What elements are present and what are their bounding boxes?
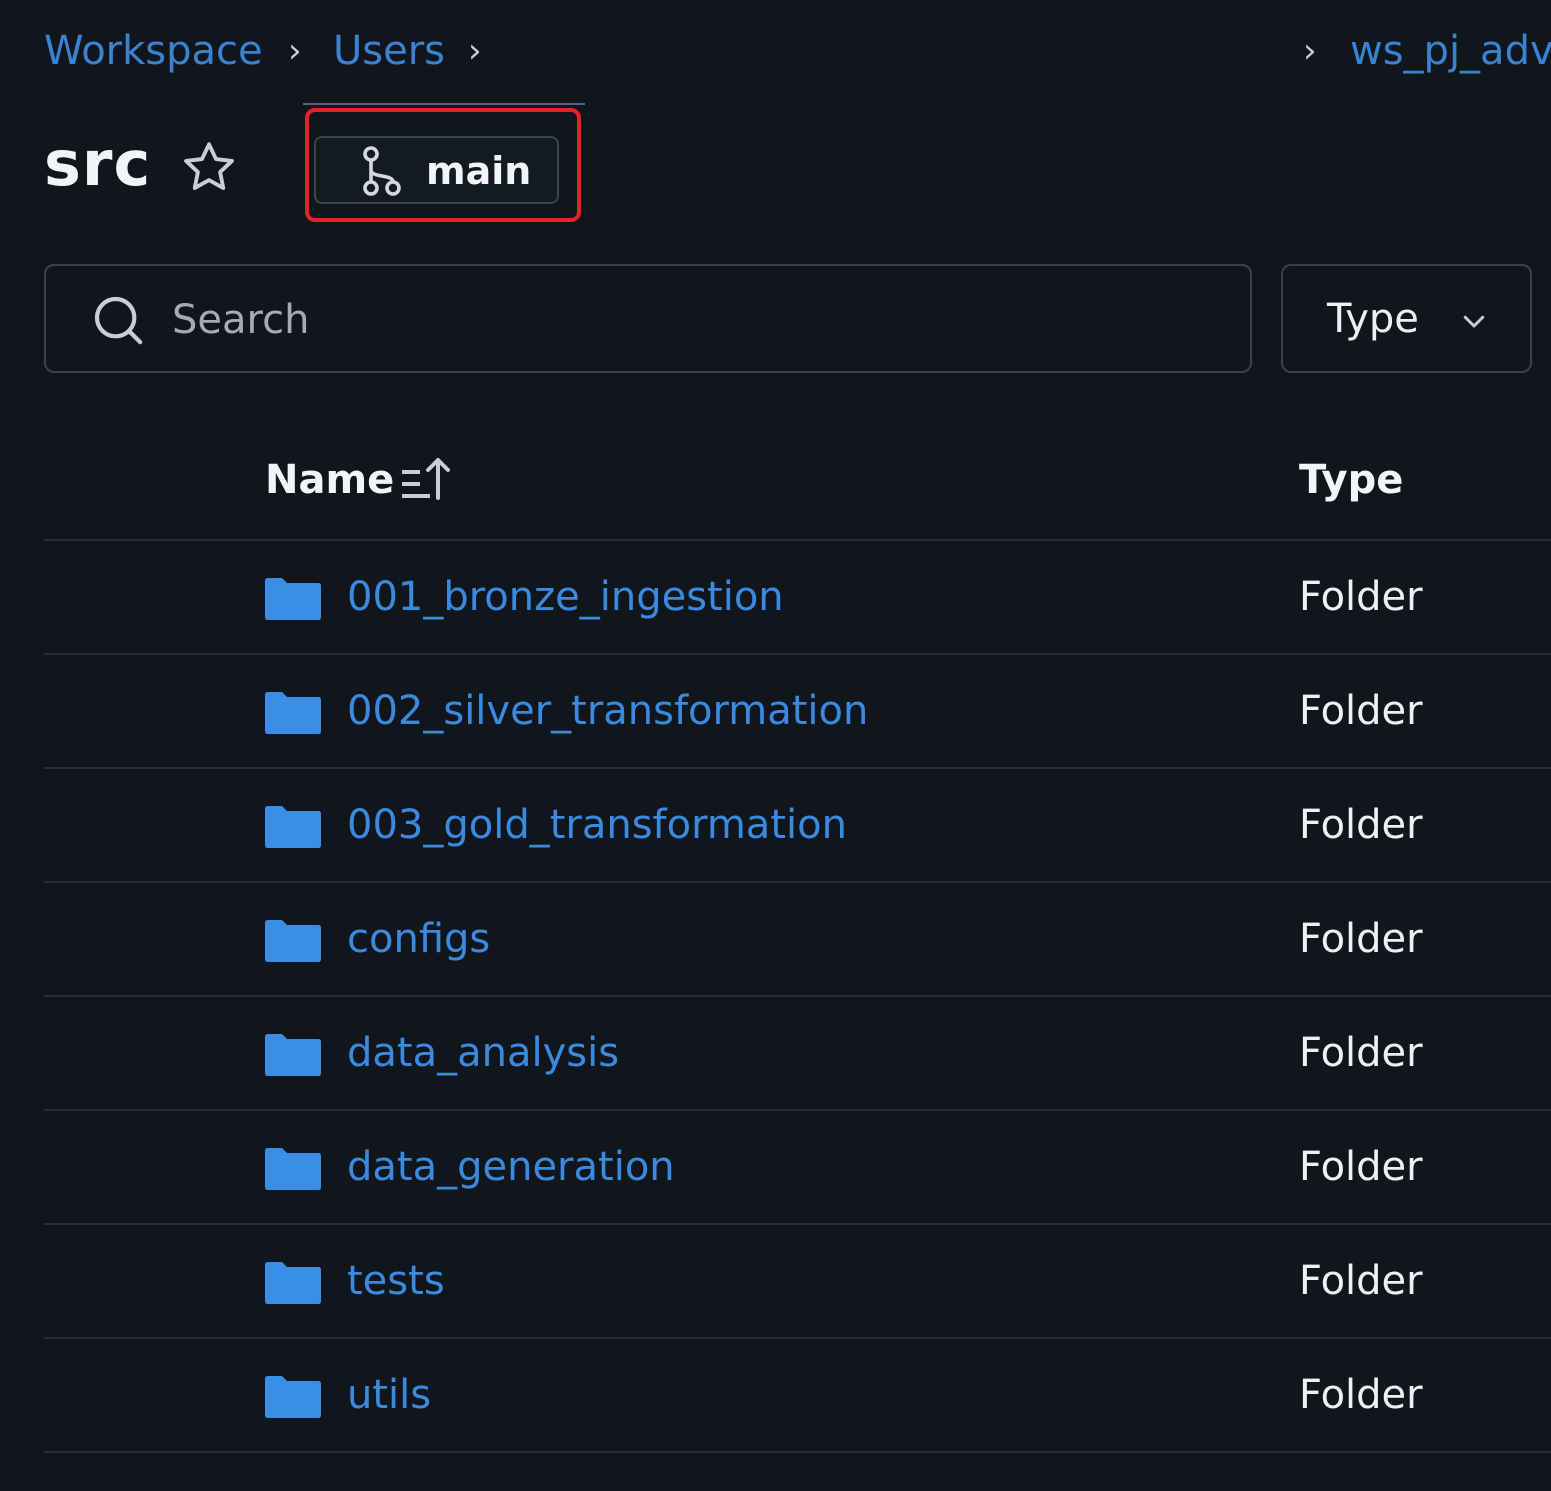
table-row[interactable]: utils Folder [44, 1339, 1551, 1451]
search-icon [94, 296, 143, 345]
star-icon[interactable] [180, 138, 238, 196]
sort-ascending-icon[interactable] [400, 454, 454, 504]
folder-name-link[interactable]: data_generation [347, 1137, 675, 1197]
workspace-browser: Workspace › Users › › ws_pj_adv src main… [0, 0, 1551, 1491]
folder-name-link[interactable]: configs [347, 909, 490, 969]
search-input[interactable] [170, 286, 1214, 354]
breadcrumb-users[interactable]: Users [333, 24, 445, 78]
folder-name-link[interactable]: 003_gold_transformation [347, 795, 847, 855]
table-row[interactable]: configs Folder [44, 883, 1551, 995]
chevron-right-icon: › [1303, 31, 1317, 71]
item-type: Folder [1299, 1144, 1423, 1190]
type-filter-dropdown[interactable]: Type [1281, 264, 1532, 373]
folder-icon [265, 1034, 321, 1076]
type-filter-label: Type [1327, 296, 1419, 342]
table-row[interactable]: 001_bronze_ingestion Folder [44, 541, 1551, 653]
column-header-name[interactable]: Name [265, 450, 394, 510]
table-row[interactable]: data_generation Folder [44, 1111, 1551, 1223]
chevron-right-icon: › [468, 31, 482, 71]
chevron-right-icon: › [288, 31, 302, 71]
table-row[interactable]: 002_silver_transformation Folder [44, 655, 1551, 767]
page-title: src [44, 127, 152, 200]
folder-icon [265, 806, 321, 848]
highlight-underline [303, 103, 585, 105]
folder-icon [265, 1376, 321, 1418]
column-header-type[interactable]: Type [1299, 450, 1403, 510]
item-type: Folder [1299, 574, 1423, 620]
folder-name-link[interactable]: utils [347, 1365, 431, 1425]
folder-name-link[interactable]: 001_bronze_ingestion [347, 567, 784, 627]
table-row[interactable]: data_analysis Folder [44, 997, 1551, 1109]
breadcrumb-project[interactable]: ws_pj_adv [1350, 24, 1551, 78]
item-type: Folder [1299, 916, 1423, 962]
item-type: Folder [1299, 1372, 1423, 1418]
item-type: Folder [1299, 1030, 1423, 1076]
folder-icon [265, 1262, 321, 1304]
folder-name-link[interactable]: tests [347, 1251, 445, 1311]
git-branch-icon [363, 146, 401, 196]
table-row[interactable]: 003_gold_transformation Folder [44, 769, 1551, 881]
folder-icon [265, 920, 321, 962]
search-box [44, 264, 1252, 373]
item-type: Folder [1299, 802, 1423, 848]
folder-icon [265, 692, 321, 734]
branch-selector-button[interactable]: main [314, 136, 559, 204]
table-divider [44, 1451, 1551, 1453]
table-row[interactable]: tests Folder [44, 1225, 1551, 1337]
item-type: Folder [1299, 1258, 1423, 1304]
folder-icon [265, 1148, 321, 1190]
folder-name-link[interactable]: 002_silver_transformation [347, 681, 868, 741]
branch-name: main [426, 149, 532, 193]
folder-name-link[interactable]: data_analysis [347, 1023, 619, 1083]
chevron-down-icon [1463, 315, 1485, 328]
breadcrumb-workspace[interactable]: Workspace [44, 24, 263, 78]
item-type: Folder [1299, 688, 1423, 734]
folder-icon [265, 578, 321, 620]
